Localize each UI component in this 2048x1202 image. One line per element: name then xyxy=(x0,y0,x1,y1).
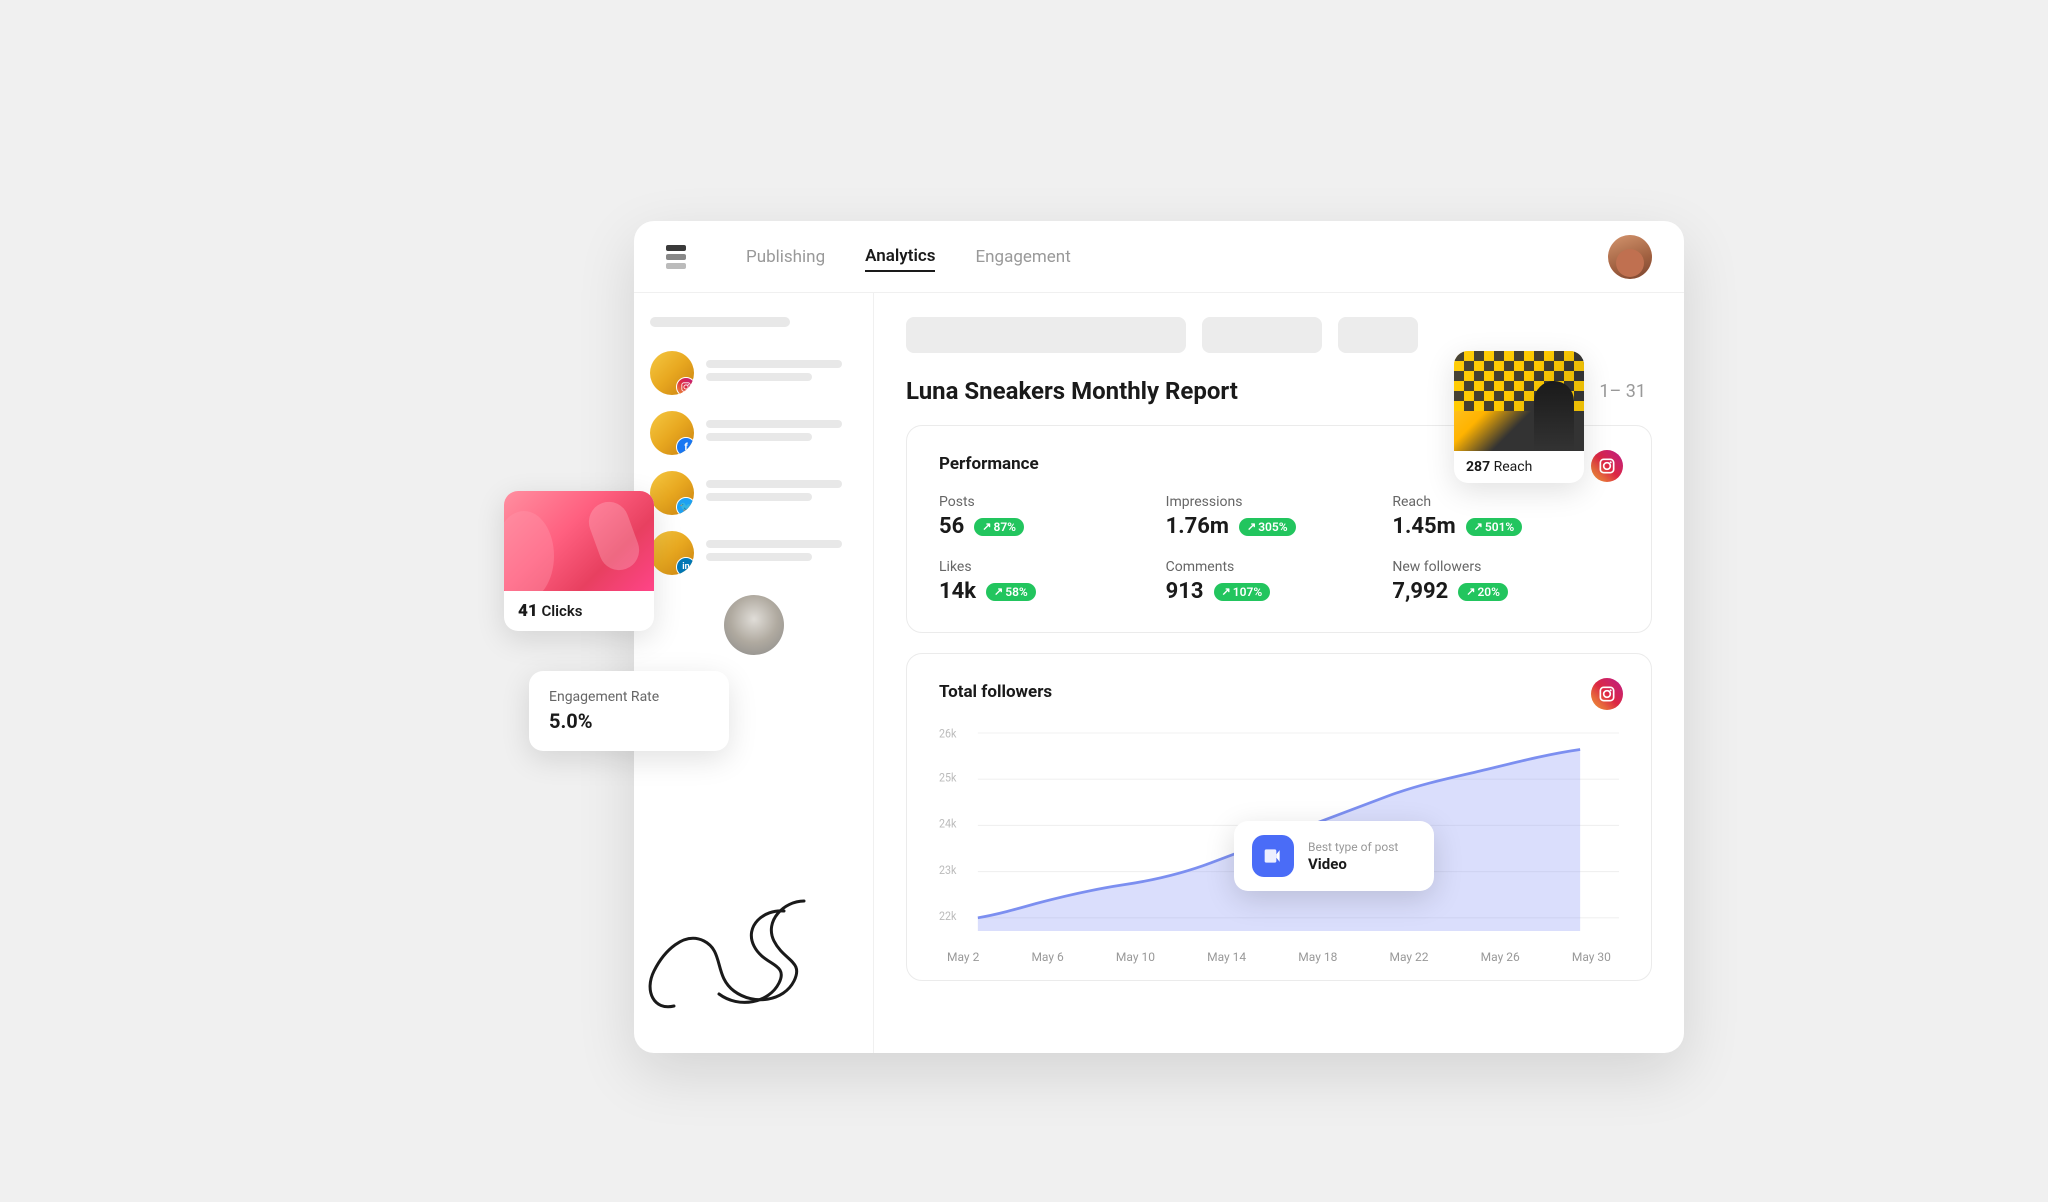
float-clicks-text: Clicks xyxy=(541,602,582,620)
float-best-post-card: Best type of post Video xyxy=(1234,821,1434,891)
main-nav: Publishing Analytics Engagement xyxy=(634,221,1684,293)
chart-label: May 14 xyxy=(1207,950,1246,964)
float-reach-label: 287 Reach xyxy=(1454,451,1584,483)
twitter-badge: 🐦 xyxy=(676,497,694,515)
metric-badge: 305% xyxy=(1239,518,1296,536)
sidebar-avatar-twitter: 🐦 xyxy=(650,471,694,515)
float-clicks-value: 41 xyxy=(518,601,538,621)
metric-posts: Posts 56 87% xyxy=(939,494,1166,539)
svg-text:26k: 26k xyxy=(939,726,957,741)
float-clicks-image xyxy=(504,491,654,591)
sidebar-item-lines xyxy=(706,540,857,566)
metric-reach: Reach 1.45m 501% xyxy=(1392,494,1619,539)
tab-publishing[interactable]: Publishing xyxy=(746,243,825,271)
main-app-card: Publishing Analytics Engagement xyxy=(634,221,1684,1053)
sidebar-avatar-instagram xyxy=(650,351,694,395)
metric-badge: 58% xyxy=(986,583,1036,601)
chart-label: May 6 xyxy=(1031,950,1063,964)
metric-value: 913 xyxy=(1166,579,1204,604)
float-clicks-card: 41 Clicks xyxy=(504,491,654,631)
svg-text:22k: 22k xyxy=(939,908,957,923)
app-logo xyxy=(666,245,686,269)
metric-label: Reach xyxy=(1392,494,1619,510)
metric-value: 14k xyxy=(939,579,976,604)
chart-x-labels: May 2 May 6 May 10 May 14 May 18 May 22 … xyxy=(939,942,1619,980)
report-title: Luna Sneakers Monthly Report xyxy=(906,377,1238,405)
svg-text:25k: 25k xyxy=(939,770,957,785)
engagement-rate-label: Engagement Rate xyxy=(549,689,709,705)
metric-impressions: Impressions 1.76m 305% xyxy=(1166,494,1393,539)
metric-label: New followers xyxy=(1392,559,1619,575)
video-icon xyxy=(1252,835,1294,877)
metric-badge: 107% xyxy=(1214,583,1271,601)
skeleton-block xyxy=(1338,317,1418,353)
sidebar-profile xyxy=(724,595,784,655)
metric-badge: 87% xyxy=(974,518,1024,536)
metric-label: Comments xyxy=(1166,559,1393,575)
list-item[interactable]: f xyxy=(650,411,857,455)
linkedin-badge: in xyxy=(676,557,694,575)
report-date-range: 1– 31 xyxy=(1599,381,1646,402)
tab-analytics[interactable]: Analytics xyxy=(865,242,935,272)
best-post-label: Best type of post xyxy=(1308,840,1398,854)
float-reach-card: 287 Reach xyxy=(1454,351,1584,483)
float-reach-value: 287 xyxy=(1466,459,1490,475)
sidebar-avatar-linkedin: in xyxy=(650,531,694,575)
best-post-value: Video xyxy=(1308,855,1347,873)
float-engagement-card: Engagement Rate 5.0% xyxy=(529,671,729,751)
metric-value: 1.45m xyxy=(1392,514,1455,539)
chart-label: May 26 xyxy=(1481,950,1520,964)
avatar[interactable] xyxy=(1608,235,1652,279)
list-item[interactable] xyxy=(650,351,857,395)
metric-comments: Comments 913 107% xyxy=(1166,559,1393,604)
svg-text:24k: 24k xyxy=(939,816,957,831)
metric-likes: Likes 14k 58% xyxy=(939,559,1166,604)
svg-text:23k: 23k xyxy=(939,862,957,877)
metric-label: Likes xyxy=(939,559,1166,575)
facebook-badge: f xyxy=(676,437,694,455)
list-item[interactable]: in xyxy=(650,531,857,575)
instagram-badge xyxy=(676,377,694,395)
followers-card: Total followers xyxy=(906,653,1652,981)
sidebar-avatar-facebook: f xyxy=(650,411,694,455)
metric-value: 1.76m xyxy=(1166,514,1229,539)
metric-badge: 20% xyxy=(1458,583,1508,601)
float-reach-text: Reach xyxy=(1494,459,1533,475)
sidebar-item-lines xyxy=(706,480,857,506)
skeleton-block xyxy=(1202,317,1322,353)
chart-label: May 10 xyxy=(1116,950,1155,964)
instagram-icon xyxy=(1591,450,1623,482)
sidebar-search-skeleton xyxy=(650,317,790,327)
metric-new-followers: New followers 7,992 20% xyxy=(1392,559,1619,604)
chart-label: May 18 xyxy=(1298,950,1337,964)
chart-label: May 30 xyxy=(1572,950,1611,964)
chart-label: May 22 xyxy=(1389,950,1428,964)
metric-value: 56 xyxy=(939,514,964,539)
metric-badge: 501% xyxy=(1466,518,1523,536)
metric-label: Impressions xyxy=(1166,494,1393,510)
tab-engagement[interactable]: Engagement xyxy=(975,243,1070,271)
skeleton-block xyxy=(906,317,1186,353)
performance-grid: Posts 56 87% Impressions 1.76m 305% xyxy=(939,494,1619,604)
float-reach-image xyxy=(1454,351,1584,451)
instagram-icon-2 xyxy=(1591,678,1623,710)
sidebar-item-lines xyxy=(706,360,857,386)
metric-label: Posts xyxy=(939,494,1166,510)
followers-title: Total followers xyxy=(939,682,1619,702)
best-post-info: Best type of post Video xyxy=(1308,840,1398,873)
list-item[interactable]: 🐦 xyxy=(650,471,857,515)
engagement-rate-value: 5.0% xyxy=(549,709,709,733)
chart-label: May 2 xyxy=(947,950,979,964)
sidebar-item-lines xyxy=(706,420,857,446)
float-clicks-label: 41 Clicks xyxy=(504,591,654,631)
skeleton-row xyxy=(906,317,1652,353)
metric-value: 7,992 xyxy=(1392,579,1448,604)
